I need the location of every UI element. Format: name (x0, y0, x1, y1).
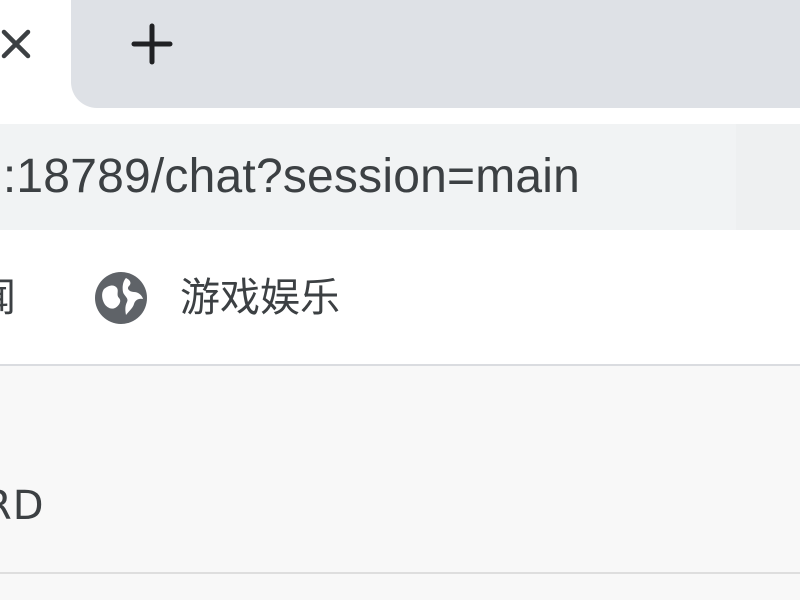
browser-window: l:18789/chat?session=main 闻 游戏娱乐 RD (0, 0, 800, 600)
globe-icon (95, 272, 147, 324)
url-text[interactable]: l:18789/chat?session=main (0, 141, 580, 213)
bookmark-item-partial[interactable]: 闻 (0, 270, 16, 326)
content-text: RD (0, 483, 45, 529)
bookmarks-bar: 闻 游戏娱乐 (0, 230, 800, 366)
close-icon (1, 29, 31, 59)
plus-icon (131, 23, 173, 65)
new-tab-button[interactable] (124, 16, 180, 72)
divider (0, 572, 800, 574)
bookmark-label: 游戏娱乐 (180, 275, 340, 321)
tab-strip-background (71, 0, 800, 108)
tab-strip (0, 0, 800, 124)
page-content: RD (0, 366, 800, 600)
bookmark-item-games[interactable]: 游戏娱乐 (92, 266, 340, 330)
address-field-edge (736, 124, 800, 230)
tab-close-button[interactable] (0, 16, 44, 72)
